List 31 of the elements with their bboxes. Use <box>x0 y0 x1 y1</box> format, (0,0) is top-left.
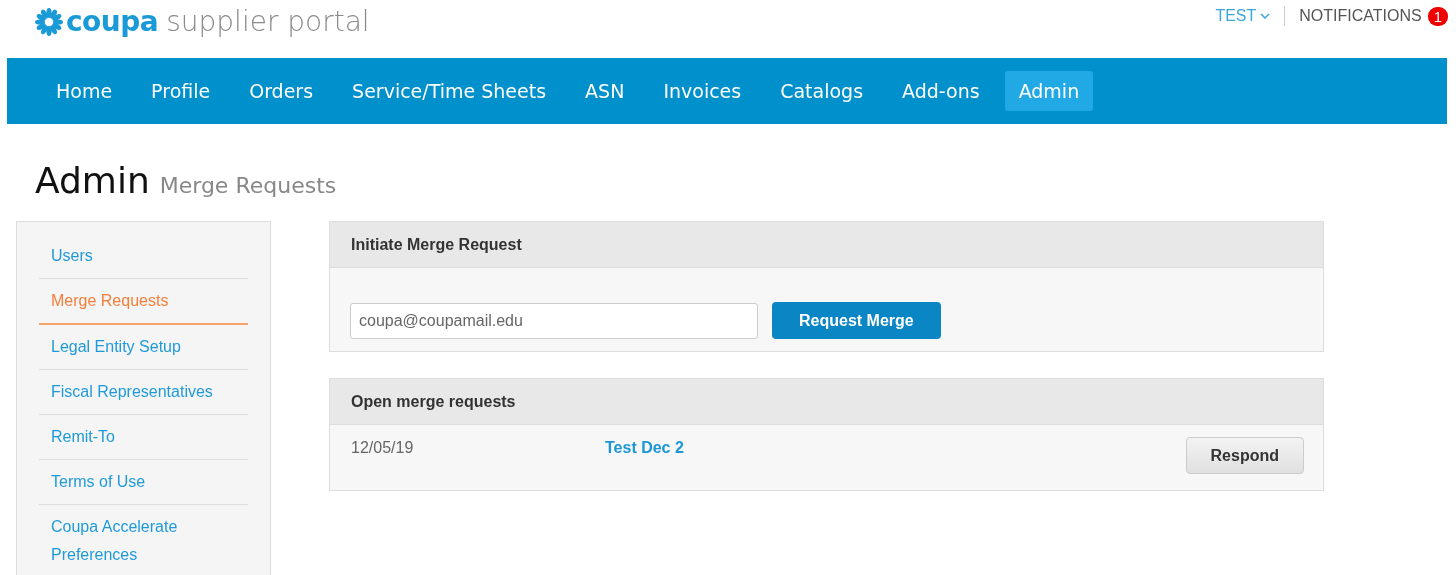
sidebar-item[interactable]: Fiscal Representatives <box>39 370 248 415</box>
nav-tab[interactable]: Add-ons <box>888 71 994 111</box>
panel-title: Initiate Merge Request <box>351 235 522 254</box>
nav-tab[interactable]: Profile <box>137 71 225 111</box>
panel-title: Open merge requests <box>351 392 516 411</box>
request-link[interactable]: Test Dec 2 <box>605 439 684 457</box>
brand-logo: coupa <box>66 5 159 38</box>
email-field[interactable]: coupa@coupamail.edu <box>350 302 758 339</box>
flower-logo-icon <box>34 6 64 37</box>
nav-tab[interactable]: Invoices <box>649 71 756 111</box>
page-title: Admin <box>35 160 150 201</box>
nav-tab[interactable]: Catalogs <box>766 71 878 111</box>
page-subtitle: Merge Requests <box>159 173 337 198</box>
nav-tab[interactable]: Service/Time Sheets <box>338 71 561 111</box>
sidebar-item[interactable]: Users <box>39 234 248 279</box>
sidebar-item[interactable]: Remit-To <box>39 415 248 460</box>
user-menu[interactable]: TEST <box>1215 7 1271 25</box>
chevron-down-icon <box>1260 13 1271 19</box>
respond-button[interactable]: Respond <box>1185 437 1304 474</box>
nav-tab[interactable]: Orders <box>235 71 328 111</box>
nav-tab[interactable]: Home <box>42 71 127 111</box>
notification-count: 1 <box>1427 6 1448 26</box>
request-merge-button[interactable]: Request Merge <box>772 302 941 339</box>
sidebar-item[interactable]: Coupa Accelerate Preferences <box>39 505 248 575</box>
notifications-link[interactable]: NOTIFICATIONS <box>1299 7 1422 25</box>
sidebar-item[interactable]: Terms of Use <box>39 460 248 505</box>
sidebar-item[interactable]: Legal Entity Setup <box>39 325 248 370</box>
request-date: 12/05/19 <box>351 439 415 457</box>
product-name: supplier portal <box>166 5 370 38</box>
nav-tab[interactable]: ASN <box>571 71 639 111</box>
sidebar-item[interactable]: Merge Requests <box>39 279 248 325</box>
